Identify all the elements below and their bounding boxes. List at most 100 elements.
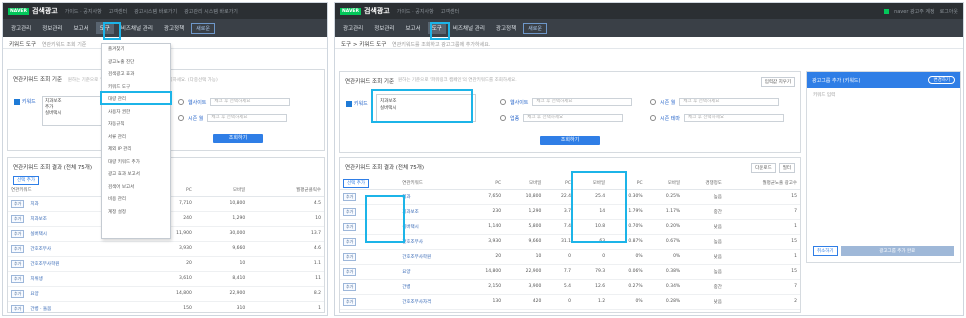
keyword-cell[interactable]: 치위생 bbox=[30, 277, 42, 282]
top-link-system[interactable]: 광고시스템 바로가기 bbox=[134, 8, 177, 15]
brand-name[interactable]: 검색광고 bbox=[364, 6, 390, 16]
top-link-help[interactable]: 고객센터 bbox=[109, 8, 127, 15]
dropdown-item[interactable]: 제외 IP 관리 bbox=[102, 144, 170, 157]
col-competition[interactable]: 경쟁정도 bbox=[683, 178, 725, 190]
keyword-cell[interactable]: 실버택시 bbox=[30, 232, 47, 237]
dropdown-item[interactable]: 광고 효과 보고서 bbox=[102, 169, 170, 182]
dropdown-item[interactable]: 서류 관리 bbox=[102, 132, 170, 145]
dropdown-item[interactable]: 광고노출 진단 bbox=[102, 57, 170, 70]
side-change-button[interactable]: 변경하기 bbox=[928, 76, 955, 84]
season-checkbox[interactable] bbox=[650, 99, 656, 105]
keyword-checkbox[interactable] bbox=[14, 98, 20, 105]
keyword-cell[interactable]: 치과보조 bbox=[30, 217, 47, 222]
dropdown-item[interactable]: 자동규칙 bbox=[102, 119, 170, 132]
add-tag-button[interactable]: 추가 bbox=[11, 304, 25, 313]
menu-ads[interactable]: 광고관리 bbox=[7, 22, 35, 34]
keyword-cell[interactable]: 간호조무사학원 bbox=[30, 262, 59, 267]
keyword-cell[interactable]: 간호조무사 bbox=[402, 240, 423, 245]
col-mobile[interactable]: 모바일 bbox=[194, 185, 249, 197]
keyword-cell[interactable]: 치과 bbox=[30, 202, 38, 207]
col-keyword[interactable]: 연관키워드 bbox=[399, 178, 464, 190]
industry-select[interactable]: 체크 후 선택하세요 bbox=[523, 114, 624, 122]
add-tag-button[interactable]: 추가 bbox=[11, 259, 25, 268]
add-tag-button[interactable]: 추가 bbox=[343, 192, 357, 201]
top-link-manage[interactable]: 광고관리 시스템 바로가기 bbox=[184, 8, 238, 15]
dropdown-item[interactable]: 검색어 보고서 bbox=[102, 182, 170, 195]
theme-select[interactable]: 체크 후 선택하세요 bbox=[684, 114, 784, 122]
add-tag-button[interactable]: 추가 bbox=[343, 237, 357, 246]
select-add-button[interactable]: 선택 추가 bbox=[343, 179, 369, 189]
add-tag-button[interactable]: 추가 bbox=[11, 214, 25, 223]
brand-name[interactable]: 검색광고 bbox=[32, 6, 58, 16]
add-tag-button[interactable]: 추가 bbox=[11, 274, 25, 283]
col-search-pc[interactable]: PC bbox=[463, 178, 505, 190]
website-select[interactable]: 체크 후 선택하세요 bbox=[210, 98, 291, 106]
add-tag-button[interactable]: 추가 bbox=[11, 199, 25, 208]
add-tag-button[interactable]: 추가 bbox=[343, 297, 357, 306]
keyword-cell[interactable]: 간병 · 돌봄 bbox=[30, 307, 51, 312]
add-tag-button[interactable]: 추가 bbox=[343, 222, 357, 231]
website-checkbox[interactable] bbox=[500, 99, 506, 105]
dropdown-item[interactable]: 즐겨찾기 bbox=[102, 44, 170, 57]
keyword-cell[interactable]: 간병 bbox=[402, 285, 410, 290]
download-button[interactable]: 다운로드 bbox=[751, 163, 776, 173]
dropdown-item[interactable]: 대량 키워드 추가 bbox=[102, 157, 170, 170]
keyword-cell[interactable]: 간호조무사 bbox=[30, 247, 51, 252]
keyword-cell[interactable]: 간호조무사자격 bbox=[402, 300, 431, 305]
new-button[interactable]: 새로운 bbox=[523, 22, 547, 34]
select-add-button[interactable]: 선택 추가 bbox=[13, 176, 39, 185]
side-keyword-input[interactable]: 키워드 입력 bbox=[807, 88, 960, 102]
new-button[interactable]: 새로운 bbox=[191, 22, 215, 34]
filter-button[interactable]: 필터 bbox=[778, 163, 795, 173]
add-tag-button[interactable]: 추가 bbox=[343, 207, 357, 216]
season-select[interactable]: 체크 후 선택하세요 bbox=[679, 98, 780, 106]
naver-logo[interactable]: NAVER bbox=[8, 7, 29, 15]
top-link-guide[interactable]: 가이드 · 공지사항 bbox=[397, 8, 434, 15]
logout-link[interactable]: 로그아웃 bbox=[940, 8, 958, 15]
keyword-cell[interactable]: 요양 bbox=[402, 270, 410, 275]
side-cancel-button[interactable]: 취소하기 bbox=[813, 246, 838, 256]
col-click[interactable]: 월평균클릭수 bbox=[248, 185, 324, 197]
reset-button[interactable]: 입력값 지우기 bbox=[760, 77, 795, 87]
side-confirm-button[interactable]: 광고그룹 추가 완료 bbox=[840, 246, 954, 256]
keyword-cell[interactable]: 요양 bbox=[30, 292, 38, 297]
col-ad-count[interactable]: 월평균노출 광고수 bbox=[724, 178, 800, 190]
dropdown-item[interactable]: 계정 설정 bbox=[102, 207, 170, 220]
menu-policy[interactable]: 광고정책 bbox=[160, 22, 188, 34]
menu-report[interactable]: 보고서 bbox=[70, 22, 93, 34]
industry-checkbox[interactable] bbox=[500, 115, 506, 121]
menu-bizchannel[interactable]: 비즈채널 관리 bbox=[117, 22, 157, 34]
menu-info[interactable]: 정보관리 bbox=[38, 22, 66, 34]
naver-logo[interactable]: NAVER bbox=[340, 7, 361, 15]
menu-report[interactable]: 보고서 bbox=[402, 22, 425, 34]
add-tag-button[interactable]: 추가 bbox=[343, 252, 357, 261]
season-checkbox[interactable] bbox=[178, 115, 184, 121]
col-ctr-mobile[interactable]: 모바일 bbox=[645, 178, 684, 190]
keyword-cell[interactable]: 간호조무사학원 bbox=[402, 255, 431, 260]
account-name[interactable]: naver 광고주 계정 bbox=[894, 8, 935, 15]
add-tag-button[interactable]: 추가 bbox=[343, 282, 357, 291]
menu-bizchannel[interactable]: 비즈채널 관리 bbox=[449, 22, 489, 34]
keyword-textarea[interactable]: 치과보조 추가 실버택시 bbox=[42, 96, 102, 126]
add-tag-button[interactable]: 추가 bbox=[11, 289, 25, 298]
keyword-checkbox[interactable] bbox=[346, 100, 352, 107]
dropdown-item[interactable]: 비용 관리 bbox=[102, 194, 170, 207]
add-tag-button[interactable]: 추가 bbox=[343, 267, 357, 276]
website-select[interactable]: 체크 후 선택하세요 bbox=[532, 98, 633, 106]
theme-checkbox[interactable] bbox=[650, 115, 656, 121]
search-submit-button[interactable]: 조회하기 bbox=[540, 136, 600, 145]
season-select[interactable]: 체크 후 선택하세요 bbox=[207, 114, 288, 122]
col-search-mobile[interactable]: 모바일 bbox=[504, 178, 545, 190]
add-tag-button[interactable]: 추가 bbox=[11, 229, 25, 238]
col-click-pc[interactable]: PC bbox=[544, 178, 575, 190]
top-link-help[interactable]: 고객센터 bbox=[441, 8, 459, 15]
dropdown-item[interactable]: 사용자 권한 bbox=[102, 107, 170, 120]
dropdown-item[interactable]: 검색광고 효과 bbox=[102, 69, 170, 82]
search-submit-button[interactable]: 조회하기 bbox=[213, 134, 263, 143]
website-checkbox[interactable] bbox=[178, 99, 184, 105]
menu-ads[interactable]: 광고관리 bbox=[339, 22, 367, 34]
top-link-guide[interactable]: 가이드 · 공지사항 bbox=[65, 8, 102, 15]
menu-info[interactable]: 정보관리 bbox=[370, 22, 398, 34]
add-tag-button[interactable]: 추가 bbox=[11, 244, 25, 253]
menu-policy[interactable]: 광고정책 bbox=[492, 22, 520, 34]
